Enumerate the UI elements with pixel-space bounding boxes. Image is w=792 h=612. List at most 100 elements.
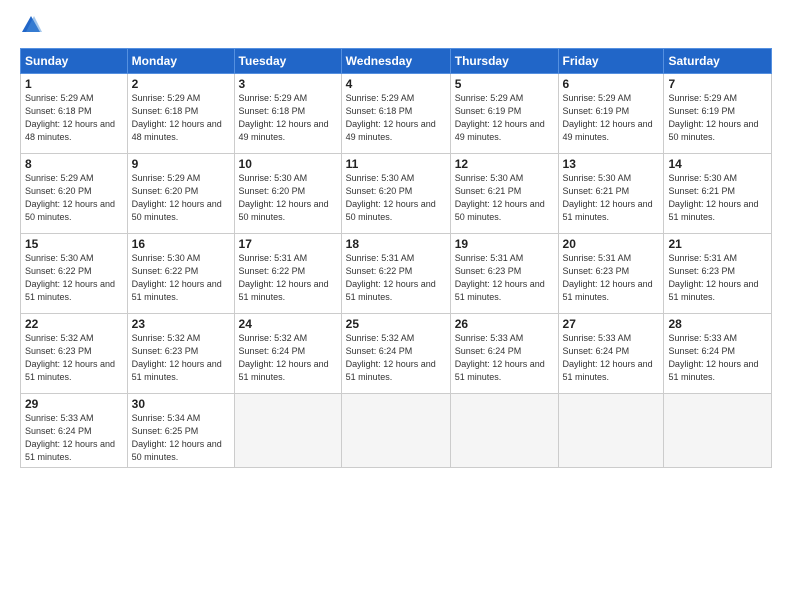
day-cell xyxy=(450,394,558,468)
day-number: 18 xyxy=(346,237,446,251)
day-number: 24 xyxy=(239,317,337,331)
day-cell: 20 Sunrise: 5:31 AMSunset: 6:23 PMDaylig… xyxy=(558,234,664,314)
day-number: 15 xyxy=(25,237,123,251)
day-cell: 5 Sunrise: 5:29 AMSunset: 6:19 PMDayligh… xyxy=(450,74,558,154)
calendar-table: SundayMondayTuesdayWednesdayThursdayFrid… xyxy=(20,48,772,468)
day-info: Sunrise: 5:29 AMSunset: 6:20 PMDaylight:… xyxy=(25,173,115,222)
day-number: 16 xyxy=(132,237,230,251)
header-row: SundayMondayTuesdayWednesdayThursdayFrid… xyxy=(21,49,772,74)
day-cell: 29 Sunrise: 5:33 AMSunset: 6:24 PMDaylig… xyxy=(21,394,128,468)
day-info: Sunrise: 5:29 AMSunset: 6:18 PMDaylight:… xyxy=(346,93,436,142)
day-number: 13 xyxy=(563,157,660,171)
logo xyxy=(20,16,46,38)
day-number: 12 xyxy=(455,157,554,171)
day-info: Sunrise: 5:33 AMSunset: 6:24 PMDaylight:… xyxy=(25,413,115,462)
day-cell xyxy=(341,394,450,468)
day-number: 17 xyxy=(239,237,337,251)
day-cell: 21 Sunrise: 5:31 AMSunset: 6:23 PMDaylig… xyxy=(664,234,772,314)
day-info: Sunrise: 5:30 AMSunset: 6:21 PMDaylight:… xyxy=(668,173,758,222)
day-number: 10 xyxy=(239,157,337,171)
day-cell: 26 Sunrise: 5:33 AMSunset: 6:24 PMDaylig… xyxy=(450,314,558,394)
col-header-saturday: Saturday xyxy=(664,49,772,74)
day-info: Sunrise: 5:31 AMSunset: 6:23 PMDaylight:… xyxy=(563,253,653,302)
day-number: 4 xyxy=(346,77,446,91)
day-cell: 1 Sunrise: 5:29 AMSunset: 6:18 PMDayligh… xyxy=(21,74,128,154)
day-number: 23 xyxy=(132,317,230,331)
day-cell: 8 Sunrise: 5:29 AMSunset: 6:20 PMDayligh… xyxy=(21,154,128,234)
col-header-thursday: Thursday xyxy=(450,49,558,74)
day-cell: 13 Sunrise: 5:30 AMSunset: 6:21 PMDaylig… xyxy=(558,154,664,234)
day-cell: 27 Sunrise: 5:33 AMSunset: 6:24 PMDaylig… xyxy=(558,314,664,394)
day-number: 25 xyxy=(346,317,446,331)
day-cell: 23 Sunrise: 5:32 AMSunset: 6:23 PMDaylig… xyxy=(127,314,234,394)
day-cell: 7 Sunrise: 5:29 AMSunset: 6:19 PMDayligh… xyxy=(664,74,772,154)
day-cell: 10 Sunrise: 5:30 AMSunset: 6:20 PMDaylig… xyxy=(234,154,341,234)
col-header-tuesday: Tuesday xyxy=(234,49,341,74)
day-info: Sunrise: 5:30 AMSunset: 6:21 PMDaylight:… xyxy=(563,173,653,222)
col-header-monday: Monday xyxy=(127,49,234,74)
day-cell: 14 Sunrise: 5:30 AMSunset: 6:21 PMDaylig… xyxy=(664,154,772,234)
logo-icon xyxy=(20,14,42,36)
day-cell: 4 Sunrise: 5:29 AMSunset: 6:18 PMDayligh… xyxy=(341,74,450,154)
day-info: Sunrise: 5:31 AMSunset: 6:23 PMDaylight:… xyxy=(455,253,545,302)
day-number: 5 xyxy=(455,77,554,91)
day-info: Sunrise: 5:31 AMSunset: 6:22 PMDaylight:… xyxy=(239,253,329,302)
day-cell: 15 Sunrise: 5:30 AMSunset: 6:22 PMDaylig… xyxy=(21,234,128,314)
day-info: Sunrise: 5:30 AMSunset: 6:20 PMDaylight:… xyxy=(346,173,436,222)
day-number: 28 xyxy=(668,317,767,331)
col-header-friday: Friday xyxy=(558,49,664,74)
day-cell: 11 Sunrise: 5:30 AMSunset: 6:20 PMDaylig… xyxy=(341,154,450,234)
week-row-3: 15 Sunrise: 5:30 AMSunset: 6:22 PMDaylig… xyxy=(21,234,772,314)
day-cell xyxy=(664,394,772,468)
day-number: 1 xyxy=(25,77,123,91)
day-info: Sunrise: 5:32 AMSunset: 6:24 PMDaylight:… xyxy=(346,333,436,382)
day-number: 27 xyxy=(563,317,660,331)
day-number: 9 xyxy=(132,157,230,171)
day-number: 29 xyxy=(25,397,123,411)
day-info: Sunrise: 5:29 AMSunset: 6:18 PMDaylight:… xyxy=(132,93,222,142)
col-header-sunday: Sunday xyxy=(21,49,128,74)
day-cell xyxy=(234,394,341,468)
day-cell: 30 Sunrise: 5:34 AMSunset: 6:25 PMDaylig… xyxy=(127,394,234,468)
day-info: Sunrise: 5:30 AMSunset: 6:20 PMDaylight:… xyxy=(239,173,329,222)
day-number: 8 xyxy=(25,157,123,171)
day-cell: 25 Sunrise: 5:32 AMSunset: 6:24 PMDaylig… xyxy=(341,314,450,394)
day-number: 21 xyxy=(668,237,767,251)
week-row-2: 8 Sunrise: 5:29 AMSunset: 6:20 PMDayligh… xyxy=(21,154,772,234)
week-row-5: 29 Sunrise: 5:33 AMSunset: 6:24 PMDaylig… xyxy=(21,394,772,468)
day-number: 3 xyxy=(239,77,337,91)
day-info: Sunrise: 5:29 AMSunset: 6:18 PMDaylight:… xyxy=(25,93,115,142)
day-number: 22 xyxy=(25,317,123,331)
col-header-wednesday: Wednesday xyxy=(341,49,450,74)
day-info: Sunrise: 5:29 AMSunset: 6:19 PMDaylight:… xyxy=(455,93,545,142)
day-info: Sunrise: 5:34 AMSunset: 6:25 PMDaylight:… xyxy=(132,413,222,462)
day-info: Sunrise: 5:31 AMSunset: 6:22 PMDaylight:… xyxy=(346,253,436,302)
page: SundayMondayTuesdayWednesdayThursdayFrid… xyxy=(0,0,792,612)
day-cell: 12 Sunrise: 5:30 AMSunset: 6:21 PMDaylig… xyxy=(450,154,558,234)
day-info: Sunrise: 5:32 AMSunset: 6:24 PMDaylight:… xyxy=(239,333,329,382)
day-number: 26 xyxy=(455,317,554,331)
day-cell: 24 Sunrise: 5:32 AMSunset: 6:24 PMDaylig… xyxy=(234,314,341,394)
day-info: Sunrise: 5:33 AMSunset: 6:24 PMDaylight:… xyxy=(563,333,653,382)
day-info: Sunrise: 5:30 AMSunset: 6:21 PMDaylight:… xyxy=(455,173,545,222)
day-info: Sunrise: 5:30 AMSunset: 6:22 PMDaylight:… xyxy=(25,253,115,302)
day-number: 19 xyxy=(455,237,554,251)
day-cell: 28 Sunrise: 5:33 AMSunset: 6:24 PMDaylig… xyxy=(664,314,772,394)
day-number: 6 xyxy=(563,77,660,91)
day-cell: 18 Sunrise: 5:31 AMSunset: 6:22 PMDaylig… xyxy=(341,234,450,314)
day-number: 7 xyxy=(668,77,767,91)
day-cell: 16 Sunrise: 5:30 AMSunset: 6:22 PMDaylig… xyxy=(127,234,234,314)
day-number: 20 xyxy=(563,237,660,251)
day-info: Sunrise: 5:32 AMSunset: 6:23 PMDaylight:… xyxy=(25,333,115,382)
day-cell xyxy=(558,394,664,468)
day-cell: 2 Sunrise: 5:29 AMSunset: 6:18 PMDayligh… xyxy=(127,74,234,154)
day-info: Sunrise: 5:33 AMSunset: 6:24 PMDaylight:… xyxy=(455,333,545,382)
day-cell: 19 Sunrise: 5:31 AMSunset: 6:23 PMDaylig… xyxy=(450,234,558,314)
day-number: 14 xyxy=(668,157,767,171)
week-row-1: 1 Sunrise: 5:29 AMSunset: 6:18 PMDayligh… xyxy=(21,74,772,154)
day-number: 2 xyxy=(132,77,230,91)
day-info: Sunrise: 5:29 AMSunset: 6:19 PMDaylight:… xyxy=(563,93,653,142)
day-info: Sunrise: 5:29 AMSunset: 6:19 PMDaylight:… xyxy=(668,93,758,142)
day-number: 30 xyxy=(132,397,230,411)
header xyxy=(20,16,772,38)
